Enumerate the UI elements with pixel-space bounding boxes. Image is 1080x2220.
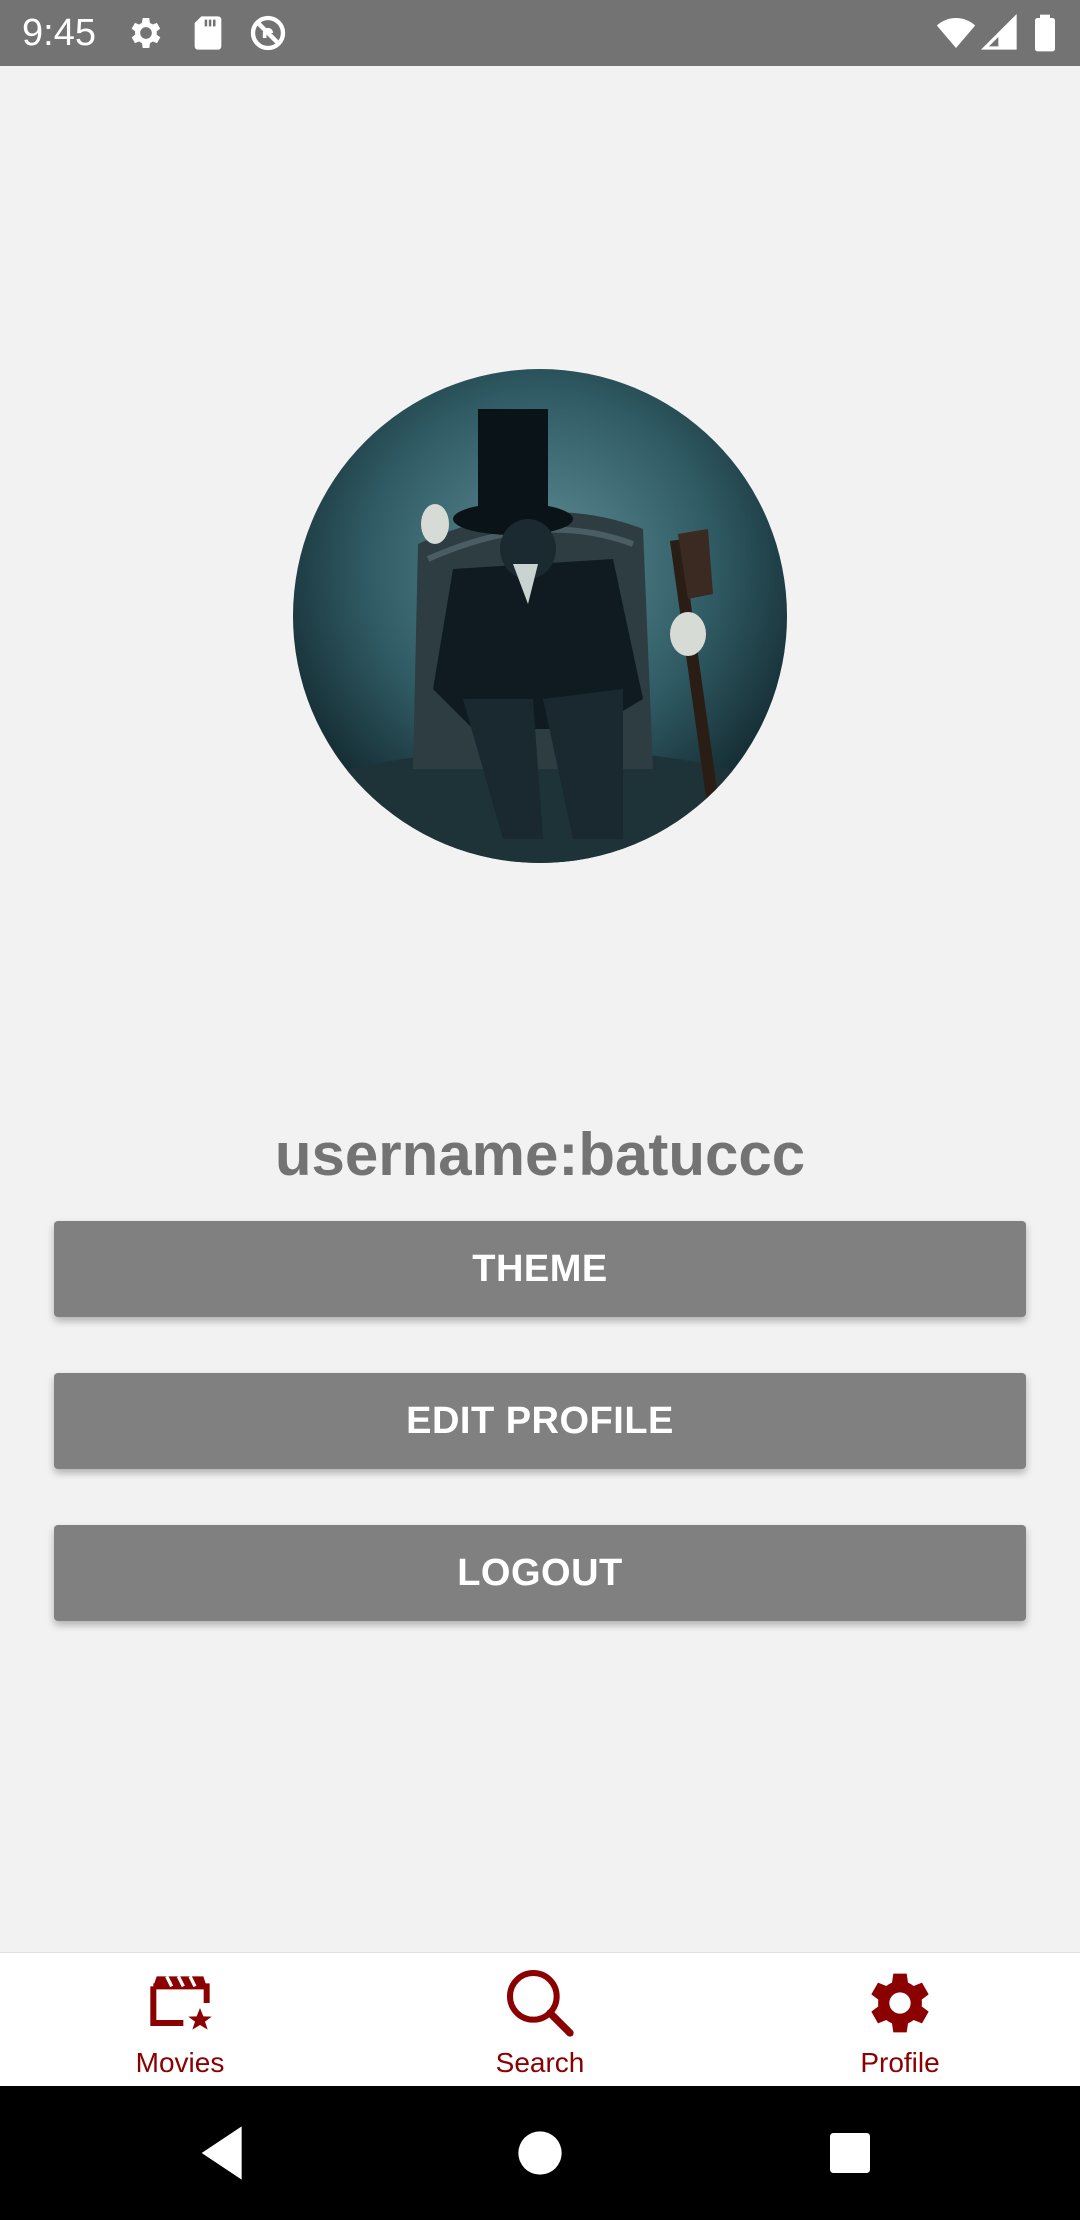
nav-label-search: Search bbox=[495, 2047, 585, 2078]
nav-item-movies[interactable]: Movies bbox=[0, 1953, 360, 2087]
bottom-navigation: Movies Search Profile bbox=[0, 1952, 1080, 2086]
status-bar: 9:45 bbox=[0, 0, 1080, 66]
sd-card-icon bbox=[188, 13, 228, 53]
recents-icon[interactable] bbox=[810, 2113, 890, 2193]
nav-label-profile: Profile bbox=[860, 2047, 940, 2078]
nav-item-profile[interactable]: Profile bbox=[720, 1953, 1080, 2087]
home-icon[interactable] bbox=[500, 2113, 580, 2193]
nav-item-search[interactable]: Search bbox=[360, 1953, 720, 2087]
profile-avatar[interactable] bbox=[293, 369, 787, 863]
nav-label-movies: Movies bbox=[135, 2047, 225, 2078]
system-navigation-bar bbox=[0, 2086, 1080, 2220]
search-icon bbox=[500, 1963, 580, 2043]
movie-clapper-icon bbox=[140, 1963, 220, 2043]
vpn-icon bbox=[248, 13, 288, 53]
back-icon[interactable] bbox=[185, 2113, 265, 2193]
profile-avatar-image bbox=[293, 369, 787, 863]
settings-gear-icon bbox=[860, 1963, 940, 2043]
theme-button[interactable]: THEME bbox=[54, 1221, 1026, 1317]
cellular-signal-icon bbox=[980, 13, 1020, 53]
status-time: 9:45 bbox=[22, 12, 96, 54]
settings-icon bbox=[126, 13, 166, 53]
edit-profile-button[interactable]: EDIT PROFILE bbox=[54, 1373, 1026, 1469]
battery-icon bbox=[1030, 13, 1060, 53]
logout-button[interactable]: LOGOUT bbox=[54, 1525, 1026, 1621]
username-label: username:batuccc bbox=[274, 1121, 806, 1188]
wifi-icon bbox=[936, 13, 976, 53]
